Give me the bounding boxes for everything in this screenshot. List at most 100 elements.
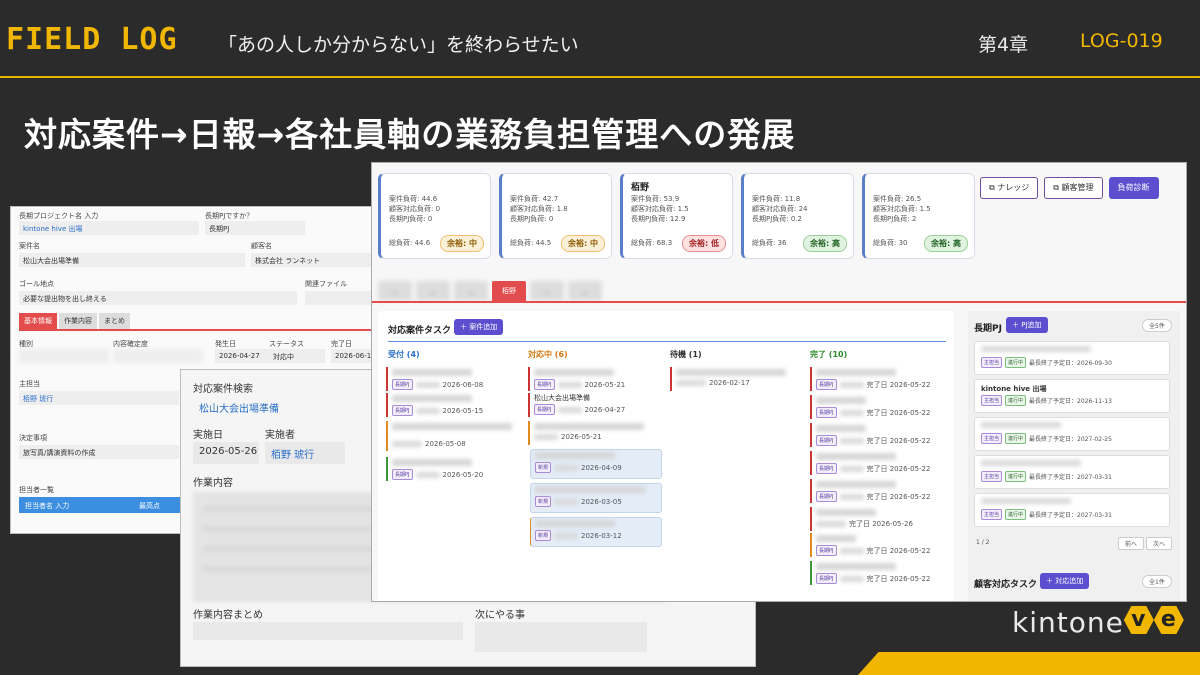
kind-label: 種別 [19, 340, 33, 348]
tab-staff[interactable]: __ [530, 281, 564, 301]
add-customer-task-button[interactable]: ＋ 対応追加 [1040, 573, 1090, 589]
long-pj-tag: 長期PJ [816, 435, 837, 446]
long-pj-tag: 長期PJ [816, 545, 837, 556]
long-project-field[interactable]: kintone hive 出場 [19, 221, 199, 235]
status-field[interactable]: 対応中 [269, 349, 325, 363]
task-card-new[interactable]: 新規 2026-03-05 [530, 483, 662, 513]
total-load: 総負荷: 30 [873, 239, 908, 247]
goal-label: ゴール地点 [19, 280, 54, 288]
decision-field[interactable]: 旅写真/講演資料の作成 [19, 445, 179, 459]
file-field[interactable] [305, 291, 375, 305]
planned-field[interactable] [113, 349, 203, 363]
search-value[interactable]: 松山大会出場準備 [193, 396, 333, 418]
slide-subtitle: 「あの人しか分からない」を終わらせたい [218, 34, 579, 56]
tab-staff[interactable]: __ [416, 281, 450, 301]
task-card[interactable]: 長期PJ 2026-05-15 [386, 393, 516, 417]
long-pj-item[interactable]: kintone hive 出場 主担当 進行中 最長終了予定日：2026-11-13 [974, 379, 1170, 413]
file-label: 関連ファイル [305, 280, 347, 288]
long-pj-load: 長期PJ負荷: 0 [389, 215, 433, 223]
task-card[interactable]: 長期PJ 2026-05-21 [528, 367, 658, 391]
staff-name: 栢野 [631, 183, 650, 193]
knowledge-button[interactable]: ⧉ ナレッジ [980, 177, 1039, 199]
task-card[interactable]: 長期PJ 完了日 2026-05-22 [810, 451, 940, 475]
total-load: 総負荷: 68.3 [631, 239, 673, 247]
next-field[interactable] [475, 622, 647, 652]
customer-field[interactable]: 株式会社 ランネット [251, 253, 371, 267]
task-card[interactable]: 長期PJ 完了日 2026-05-22 [810, 533, 940, 557]
external-link-icon: ⧉ [1053, 183, 1062, 192]
case-field[interactable]: 松山大会出場準備 [19, 253, 245, 267]
is-long-field[interactable]: 長期PJ [205, 221, 305, 235]
staff-card[interactable]: 案件負荷: 42.7 顧客対応負荷: 1.8 長期PJ負荷: 0 総負荷: 44… [499, 173, 612, 259]
task-card[interactable]: 長期PJ 完了日 2026-05-22 [810, 367, 940, 391]
staff-name [510, 180, 603, 194]
tab-staff[interactable]: __ [454, 281, 488, 301]
task-card[interactable]: 完了日 2026-05-26 [810, 507, 940, 531]
goal-field[interactable]: 必要な提出物を出し終える [19, 291, 297, 305]
case-form-tabs: 基本情報 作業内容 まとめ [19, 313, 132, 329]
case-load: 案件負荷: 44.6 [389, 195, 438, 203]
long-project-label: 長期プロジェクト名 入力 [19, 212, 99, 220]
long-pj-load: 長期PJ負荷: 2 [873, 215, 917, 223]
long-pj-item[interactable]: 主担当 進行中 最長終了予定日：2027-03-31 [974, 493, 1170, 527]
add-pj-button[interactable]: ＋ PJ追加 [1006, 317, 1048, 333]
tab-staff[interactable]: __ [378, 281, 412, 301]
case-load: 案件負荷: 26.5 [873, 195, 922, 203]
long-pj-tag: 長期PJ [816, 573, 837, 584]
task-card[interactable]: 長期PJ 完了日 2026-05-22 [810, 561, 940, 585]
long-pj-item[interactable]: 主担当 進行中 最長終了予定日：2027-03-31 [974, 455, 1170, 489]
customer-label: 顧客管理 [1061, 183, 1094, 192]
task-card[interactable]: 2026-05-21 [528, 421, 658, 445]
task-card[interactable]: 2026-02-17 [670, 367, 800, 391]
capacity-badge: 余裕: 高 [924, 235, 968, 252]
task-card-new[interactable]: 新規 2026-03-12 [530, 517, 662, 547]
status-label: ステータス [269, 340, 304, 348]
date-field[interactable]: 2026-05-26 [193, 442, 259, 464]
task-card[interactable]: 長期PJ 完了日 2026-05-22 [810, 395, 940, 419]
staff-card[interactable]: 栢野 案件負荷: 53.9 顧客対応負荷: 1.5 長期PJ負荷: 12.9 総… [620, 173, 733, 259]
owner-field[interactable]: 栢野 琥行 [19, 391, 179, 405]
long-pj-item[interactable]: 主担当 進行中 最長終了予定日：2026-09-30 [974, 341, 1170, 375]
main-owner-tag: 主担当 [981, 471, 1003, 482]
task-card[interactable]: 長期PJ 完了日 2026-05-22 [810, 423, 940, 447]
task-card-new[interactable]: 新規 2026-04-09 [530, 449, 662, 479]
side-panel: 長期PJ ＋ PJ追加 全5件 主担当 進行中 最長終了予定日：2026-09-30… [968, 311, 1180, 601]
prev-button[interactable]: 前へ [1118, 537, 1145, 550]
task-date: 2026-05-21 [584, 380, 626, 389]
add-case-button[interactable]: ＋ 案件追加 [454, 319, 504, 335]
tab-staff[interactable]: __ [568, 281, 602, 301]
in-progress-tag: 進行中 [1005, 471, 1027, 482]
task-date: 完了日 2026-05-22 [866, 380, 931, 389]
task-card[interactable]: 長期PJ 2026-05-20 [386, 457, 516, 481]
summary-field[interactable] [193, 622, 463, 640]
long-pj-item[interactable]: 主担当 進行中 最長終了予定日：2027-02-25 [974, 417, 1170, 451]
staff-card[interactable]: 案件負荷: 26.5 顧客対応負荷: 1.5 長期PJ負荷: 2 総負荷: 30… [862, 173, 975, 259]
main-owner-tag: 主担当 [981, 433, 1003, 444]
case-load: 案件負荷: 42.7 [510, 195, 559, 203]
date-label: 実施日 [193, 430, 223, 441]
next-button[interactable]: 次へ [1146, 537, 1173, 550]
hex-icon: v [1123, 606, 1154, 634]
customer-button[interactable]: ⧉ 顧客管理 [1044, 177, 1103, 199]
doer-field[interactable]: 栢野 琥行 [265, 442, 345, 464]
tab-work[interactable]: 作業内容 [59, 313, 97, 329]
next-label: 次にやる事 [475, 610, 525, 621]
staff-card[interactable]: 案件負荷: 44.6 顧客対応負荷: 0 長期PJ負荷: 0 総負荷: 44.6… [378, 173, 491, 259]
kind-field[interactable] [19, 349, 109, 363]
tab-summary[interactable]: まとめ [99, 313, 130, 329]
brand-logo: FIELD LOG [6, 22, 178, 57]
task-card[interactable]: 松山大会出場準備 長期PJ 2026-04-27 [528, 393, 658, 417]
task-card[interactable]: 長期PJ 完了日 2026-05-22 [810, 479, 940, 503]
task-card[interactable]: 長期PJ 2026-06-08 [386, 367, 516, 391]
tab-basic[interactable]: 基本情報 [19, 313, 57, 329]
tab-staff-active[interactable]: 栢野 [492, 281, 526, 301]
diagnosis-button[interactable]: 負荷診断 [1108, 177, 1159, 199]
due-date: 最長終了予定日：2027-03-31 [1029, 474, 1112, 481]
case-task-board: 対応案件タスク ＋ 案件追加 受付 (4) 対応中 (6) 待機 (1) 完了 … [378, 311, 954, 601]
start-field[interactable]: 2026-04-27 [215, 349, 271, 363]
staff-card[interactable]: 案件負荷: 11.8 顧客対応負荷: 24 長期PJ負荷: 0.2 総負荷: 3… [741, 173, 854, 259]
task-card[interactable]: 2026-05-08 [386, 421, 516, 451]
task-date: 2026-05-20 [442, 470, 484, 479]
new-tag: 新規 [535, 462, 552, 473]
capacity-badge: 余裕: 中 [440, 235, 484, 252]
